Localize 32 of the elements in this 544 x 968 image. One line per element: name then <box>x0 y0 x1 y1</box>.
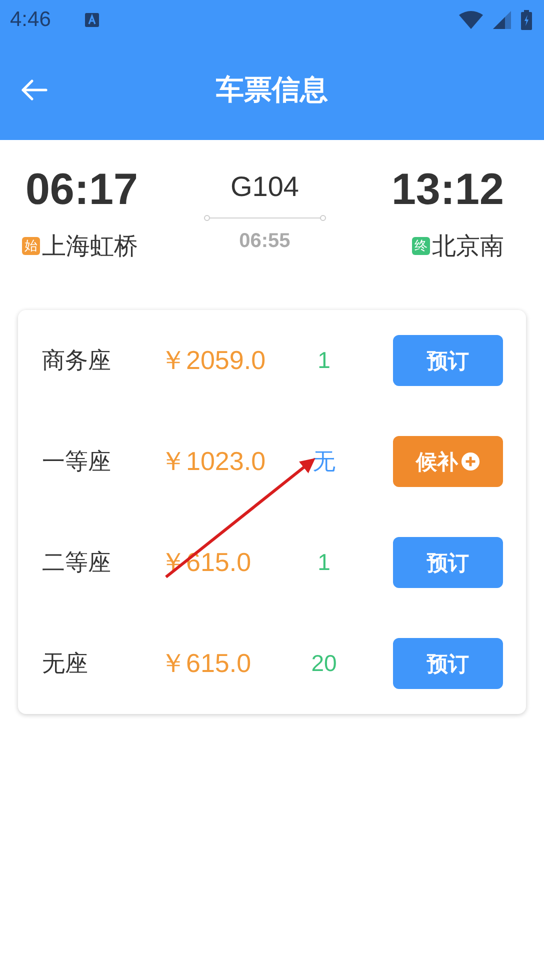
departure-time: 06:17 <box>25 164 138 216</box>
start-badge: 始 <box>22 237 40 255</box>
waitlist-button[interactable]: 候补 <box>393 436 503 487</box>
book-button[interactable]: 预订 <box>393 537 503 588</box>
keyboard-icon <box>84 13 99 27</box>
travel-duration: 06:55 <box>239 230 290 253</box>
end-badge: 终 <box>412 237 430 255</box>
seat-count: 20 <box>310 650 338 677</box>
arrival-station: 北京南 <box>432 231 504 262</box>
seat-price: ￥1023.0 <box>160 445 267 478</box>
wifi-icon <box>459 11 483 29</box>
signal-icon <box>493 11 511 29</box>
seat-count: 1 <box>316 549 332 576</box>
seat-count: 无 <box>312 448 336 477</box>
seat-type: 无座 <box>42 650 89 679</box>
seat-type: 二等座 <box>42 549 112 578</box>
book-button[interactable]: 预订 <box>393 335 503 386</box>
departure-station: 上海虹桥 <box>42 231 138 262</box>
seat-count: 1 <box>316 347 332 374</box>
book-button[interactable]: 预订 <box>393 638 503 689</box>
seat-price: ￥2059.0 <box>160 344 267 377</box>
page-title: 车票信息 <box>215 72 329 108</box>
seat-type: 商务座 <box>42 347 112 376</box>
arrival-time: 13:12 <box>391 164 504 216</box>
seat-price: ￥615.0 <box>160 546 252 579</box>
back-arrow-icon <box>20 78 48 102</box>
battery-icon <box>521 10 532 30</box>
seat-price: ￥615.0 <box>160 647 252 680</box>
seat-type: 一等座 <box>42 448 112 477</box>
status-time: 4:46 <box>10 8 51 32</box>
train-number: G104 <box>230 170 299 204</box>
plus-icon <box>461 452 480 471</box>
